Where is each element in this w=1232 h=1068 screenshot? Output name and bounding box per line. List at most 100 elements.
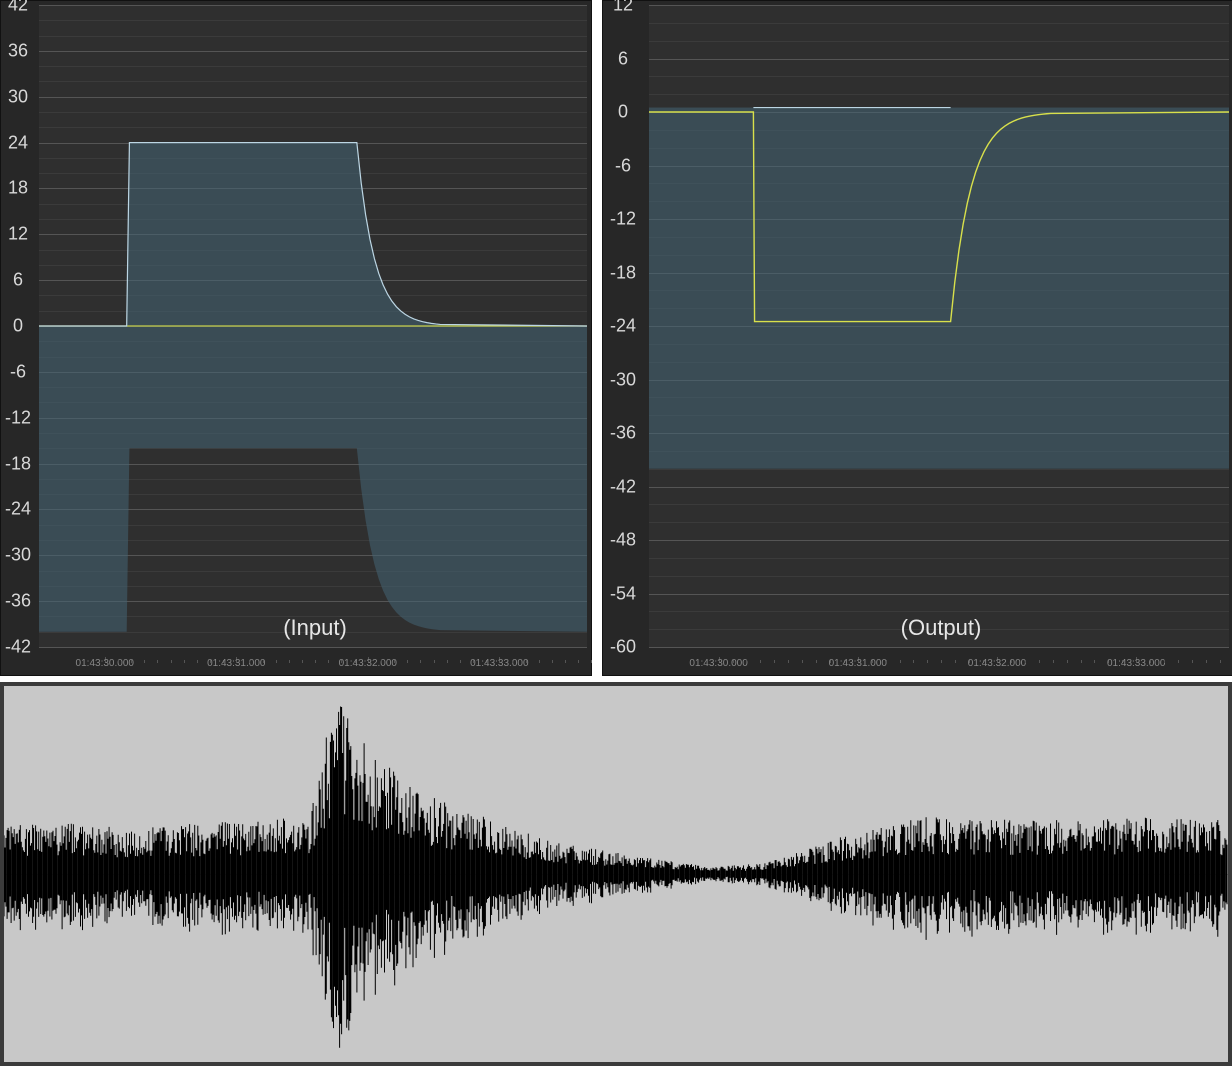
- x-minor-tick: [788, 660, 789, 663]
- x-minor-tick: [131, 660, 132, 663]
- y-tick-label: -36: [1, 591, 35, 612]
- y-tick-label: -18: [1, 453, 35, 474]
- x-tick-label: 01:43:32.000: [968, 658, 1026, 669]
- gridline: [39, 647, 587, 648]
- x-tick-label: 01:43:33.000: [1107, 658, 1165, 669]
- x-minor-tick: [816, 660, 817, 663]
- y-tick-label: 24: [1, 132, 35, 153]
- x-tick-label: 01:43:33.000: [470, 658, 528, 669]
- x-minor-tick: [1039, 660, 1040, 663]
- y-tick-label: -36: [603, 423, 643, 444]
- y-tick-label: 0: [603, 102, 643, 123]
- y-tick-label: -12: [603, 209, 643, 230]
- x-minor-tick: [197, 660, 198, 663]
- waveform-display[interactable]: [4, 686, 1228, 1062]
- y-tick-label: -42: [1, 637, 35, 658]
- x-minor-tick: [913, 660, 914, 663]
- x-minor-tick: [447, 660, 448, 663]
- x-minor-tick: [381, 660, 382, 663]
- y-tick-label: -60: [603, 637, 643, 658]
- x-minor-tick: [249, 660, 250, 663]
- y-tick-label: 0: [1, 316, 35, 337]
- x-minor-tick: [1178, 660, 1179, 663]
- x-minor-tick: [900, 660, 901, 663]
- x-minor-tick: [263, 660, 264, 663]
- input-panel: 01:43:30.000 01:43:31.000 01:43:32.000 01:4…: [0, 0, 592, 676]
- y-tick-label: -18: [603, 262, 643, 283]
- x-minor-tick: [157, 660, 158, 663]
- input-caption: (Input): [283, 615, 347, 641]
- y-tick-label: -6: [1, 361, 35, 382]
- y-tick-label: -6: [603, 155, 643, 176]
- x-minor-tick: [591, 660, 592, 663]
- x-minor-tick: [746, 660, 747, 663]
- x-minor-tick: [941, 660, 942, 663]
- x-minor-tick: [1206, 660, 1207, 663]
- y-tick-label: 18: [1, 178, 35, 199]
- output-plot-area[interactable]: [649, 5, 1229, 647]
- y-tick-label: -12: [1, 407, 35, 428]
- x-tick-label: 01:43:31.000: [829, 658, 887, 669]
- x-minor-tick: [1094, 660, 1095, 663]
- x-minor-tick: [460, 660, 461, 663]
- x-minor-tick: [578, 660, 579, 663]
- x-minor-tick: [289, 660, 290, 663]
- x-minor-tick: [420, 660, 421, 663]
- x-minor-tick: [760, 660, 761, 663]
- output-panel: 01:43:30.000 01:43:31.000 01:43:32.000 01:4…: [602, 0, 1232, 676]
- x-minor-tick: [407, 660, 408, 663]
- x-minor-tick: [872, 660, 873, 663]
- y-tick-label: -54: [603, 583, 643, 604]
- x-minor-tick: [394, 660, 395, 663]
- x-minor-tick: [1067, 660, 1068, 663]
- waveform-panel: [0, 682, 1232, 1066]
- y-tick-label: 6: [603, 48, 643, 69]
- input-x-axis: 01:43:30.000 01:43:31.000 01:43:32.000 01:4…: [39, 657, 587, 675]
- x-minor-tick: [171, 660, 172, 663]
- x-minor-tick: [315, 660, 316, 663]
- output-x-axis: 01:43:30.000 01:43:31.000 01:43:32.000 01:4…: [649, 657, 1229, 675]
- y-tick-label: -30: [1, 545, 35, 566]
- y-tick-label: -48: [603, 530, 643, 551]
- x-minor-tick: [526, 660, 527, 663]
- gridline: [649, 647, 1229, 648]
- x-minor-tick: [1025, 660, 1026, 663]
- x-minor-tick: [552, 660, 553, 663]
- y-tick-label: -30: [603, 369, 643, 390]
- input-plot-area[interactable]: [39, 5, 587, 647]
- y-tick-label: 36: [1, 40, 35, 61]
- x-minor-tick: [565, 660, 566, 663]
- x-minor-tick: [118, 660, 119, 663]
- x-minor-tick: [1011, 660, 1012, 663]
- y-tick-label: -24: [603, 316, 643, 337]
- y-tick-label: 6: [1, 270, 35, 291]
- x-tick-label: 01:43:32.000: [339, 658, 397, 669]
- x-minor-tick: [802, 660, 803, 663]
- x-minor-tick: [434, 660, 435, 663]
- x-minor-tick: [184, 660, 185, 663]
- y-tick-label: 12: [603, 0, 643, 16]
- y-tick-label: -42: [603, 476, 643, 497]
- x-minor-tick: [512, 660, 513, 663]
- x-minor-tick: [733, 660, 734, 663]
- y-tick-label: 30: [1, 86, 35, 107]
- root: 01:43:30.000 01:43:31.000 01:43:32.000 01:4…: [0, 0, 1232, 1068]
- x-minor-tick: [328, 660, 329, 663]
- x-minor-tick: [276, 660, 277, 663]
- x-minor-tick: [1164, 660, 1165, 663]
- x-minor-tick: [886, 660, 887, 663]
- x-minor-tick: [1150, 660, 1151, 663]
- x-minor-tick: [1081, 660, 1082, 663]
- x-tick-label: 01:43:30.000: [76, 658, 134, 669]
- x-minor-tick: [955, 660, 956, 663]
- y-tick-label: 12: [1, 224, 35, 245]
- x-tick-label: 01:43:31.000: [207, 658, 265, 669]
- y-tick-label: -24: [1, 499, 35, 520]
- output-caption: (Output): [901, 615, 982, 641]
- x-tick-label: 01:43:30.000: [689, 658, 747, 669]
- x-minor-tick: [539, 660, 540, 663]
- x-minor-tick: [1192, 660, 1193, 663]
- x-minor-tick: [144, 660, 145, 663]
- y-tick-label: 42: [1, 0, 35, 16]
- x-minor-tick: [774, 660, 775, 663]
